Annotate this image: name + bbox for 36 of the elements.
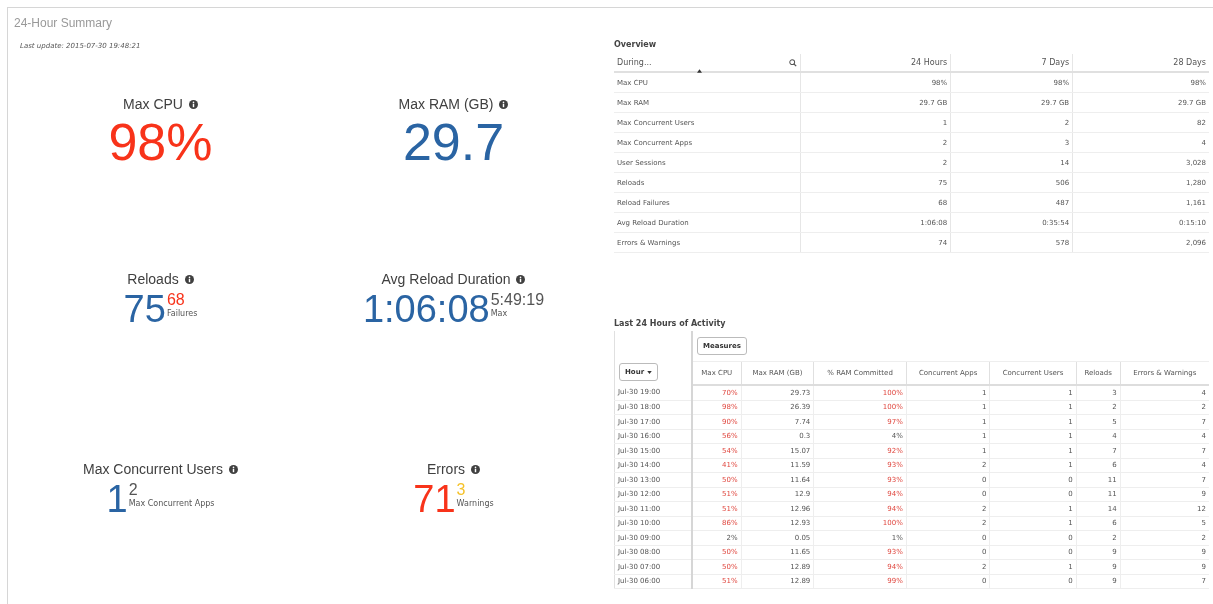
secondary-label: Max Concurrent Apps — [128, 499, 215, 508]
column-header[interactable]: 7 Days — [1041, 58, 1070, 67]
kpi-label: Max RAM (GB) — [398, 96, 494, 112]
secondary-label: Max — [490, 309, 509, 318]
secondary-label: Warnings — [456, 499, 494, 508]
caret-icon — [647, 370, 653, 374]
kpi-label: Max Concurrent Users — [82, 461, 223, 477]
kpi-value: 29.7 — [402, 114, 505, 170]
secondary-value: 68 — [166, 291, 186, 309]
info-icon[interactable] — [516, 274, 526, 284]
kpi-value: 71 — [413, 479, 456, 519]
secondary-value: 3 — [456, 481, 467, 499]
activity-title: Last 24 Hours of Activity — [614, 319, 727, 328]
sort-caret-icon — [697, 69, 702, 73]
kpi-value: 1 — [106, 479, 128, 519]
kpi-label: Reloads — [127, 271, 179, 287]
info-icon[interactable] — [229, 464, 238, 474]
kpi-value: 75 — [123, 289, 166, 329]
secondary-value: 5:49:19 — [490, 291, 545, 309]
kpi-label: Avg Reload Duration — [381, 271, 511, 287]
column-header[interactable]: During... — [617, 58, 652, 67]
sheet-title: 24-Hour Summary — [14, 16, 114, 30]
info-icon[interactable] — [471, 464, 481, 474]
info-icon[interactable] — [188, 99, 198, 109]
column-header[interactable]: 24 Hours — [911, 58, 948, 67]
kpi-value: 1:06:08 — [362, 289, 490, 329]
secondary-value: 2 — [128, 481, 139, 499]
secondary-label: Failures — [166, 309, 198, 318]
overview-title: Overview — [614, 40, 658, 49]
kpi-value: 98% — [108, 114, 213, 170]
kpi-label: Max CPU — [123, 96, 183, 112]
search-icon[interactable] — [789, 58, 797, 67]
info-icon[interactable] — [184, 274, 194, 284]
column-header[interactable]: 28 Days — [1173, 58, 1206, 67]
kpi-label: Errors — [426, 461, 466, 477]
info-icon[interactable] — [499, 99, 509, 109]
